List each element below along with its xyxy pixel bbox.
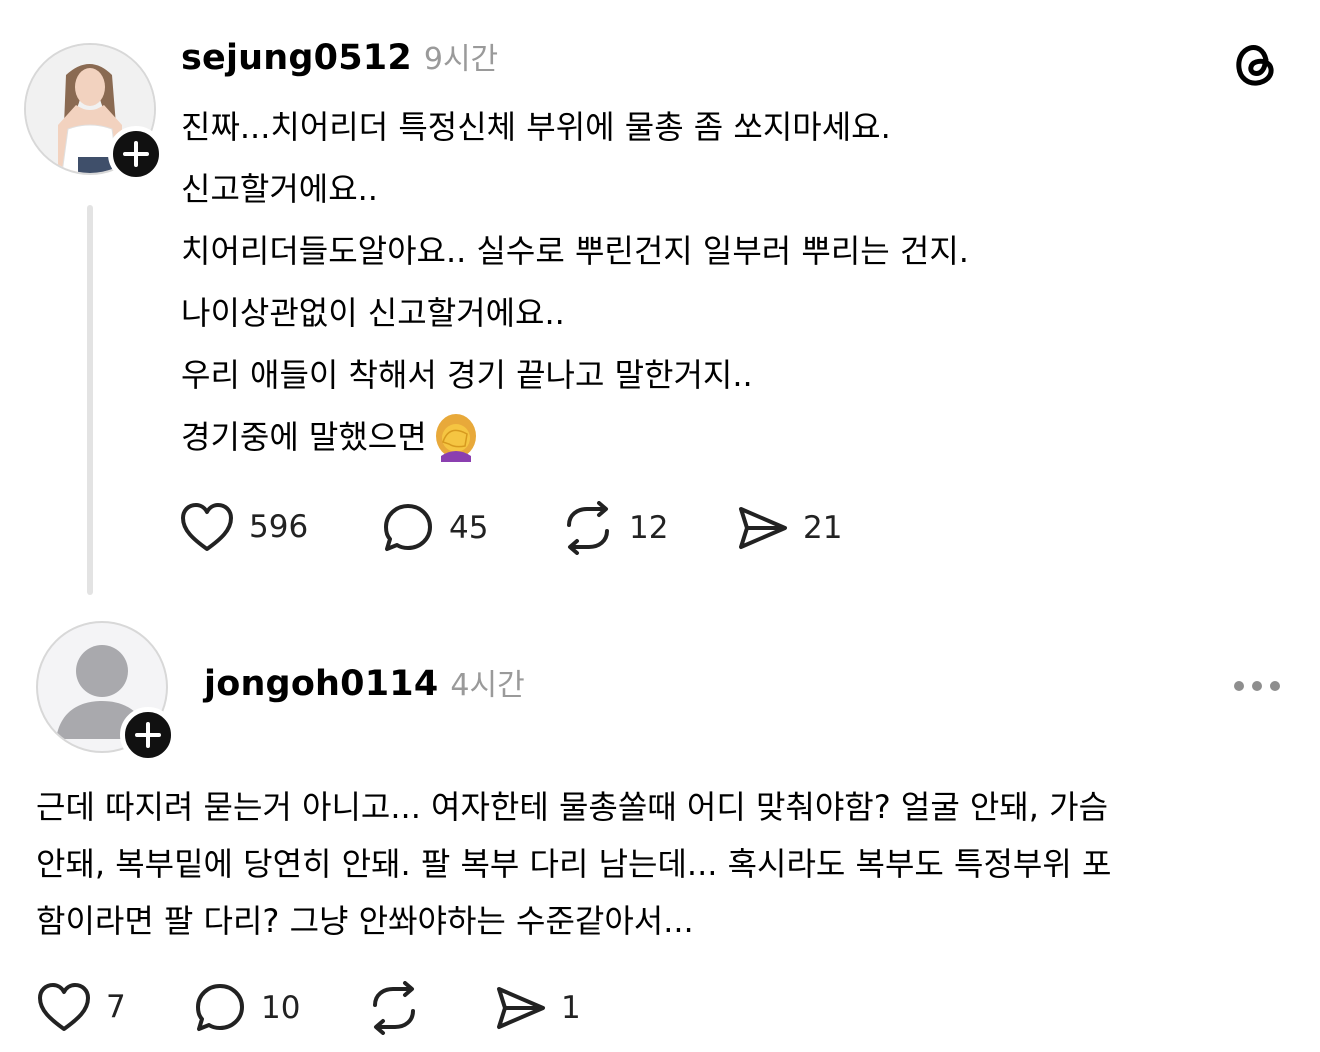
post-body: 진짜...치어리더 특정신체 부위에 물총 좀 쏘지마세요. 신고할거에요.. … (181, 96, 969, 468)
reply-like-count: 7 (106, 989, 126, 1025)
heart-icon (181, 503, 233, 551)
reply-comment-button[interactable]: 10 (193, 981, 300, 1035)
thread-line (87, 205, 93, 595)
repost-icon (567, 501, 609, 555)
post-line: 경기중에 말했으면 (181, 418, 427, 456)
like-count: 596 (249, 509, 309, 545)
share-count: 21 (803, 510, 843, 546)
face-palm-woman-emoji (435, 414, 476, 462)
reply-comment-count: 10 (261, 990, 301, 1026)
post-line: 나이상관없이 신고할거에요.. (181, 294, 565, 332)
reply-repost-button[interactable] (367, 981, 421, 1035)
post-line: 우리 애들이 착해서 경기 끝나고 말한거지.. (181, 356, 753, 394)
reply-line: 근데 따지려 묻는거 아니고... 여자한테 물총쏠때 어디 맞춰야함? 얼굴 … (36, 788, 1109, 826)
post-line: 신고할거에요.. (181, 170, 378, 208)
follow-button[interactable] (108, 126, 164, 182)
reply-body: 근데 따지려 묻는거 아니고... 여자한테 물총쏠때 어디 맞춰야함? 얼굴 … (36, 779, 1286, 950)
reply-share-button[interactable]: 1 (493, 981, 581, 1035)
repost-button[interactable]: 12 (561, 501, 668, 555)
plus-icon (135, 722, 161, 748)
comment-bubble-icon (196, 984, 244, 1031)
repost-count: 12 (629, 510, 669, 546)
reply-line: 함이라면 팔 다리? 그냥 안쏴야하는 수준같아서... (36, 902, 694, 940)
comment-bubble-icon (384, 504, 432, 551)
send-icon (497, 987, 545, 1029)
threads-logo-icon[interactable] (1230, 38, 1282, 90)
like-button[interactable]: 596 (179, 501, 308, 553)
reply-follow-button[interactable] (120, 707, 176, 763)
reply-username[interactable]: jongoh0114 (204, 664, 438, 704)
plus-icon (123, 141, 149, 167)
more-options-icon[interactable] (1232, 678, 1282, 694)
comment-count: 45 (449, 510, 489, 546)
repost-icon (373, 981, 415, 1035)
post-line: 치어리더들도알아요.. 실수로 뿌린건지 일부러 뿌리는 건지. (181, 232, 969, 270)
username[interactable]: sejung0512 (181, 38, 412, 78)
share-button[interactable]: 21 (735, 501, 842, 555)
post-time: 9시간 (423, 42, 499, 77)
heart-icon (38, 983, 90, 1031)
comment-button[interactable]: 45 (381, 501, 488, 555)
reply-time: 4시간 (450, 668, 525, 703)
send-icon (739, 507, 787, 549)
reply-like-button[interactable]: 7 (36, 981, 126, 1033)
reply-line: 안돼, 복부밑에 당연히 안돼. 팔 복부 다리 남는데... 혹시라도 복부도… (36, 845, 1112, 883)
reply-share-count: 1 (561, 990, 581, 1026)
post-line: 진짜...치어리더 특정신체 부위에 물총 좀 쏘지마세요. (181, 108, 891, 146)
